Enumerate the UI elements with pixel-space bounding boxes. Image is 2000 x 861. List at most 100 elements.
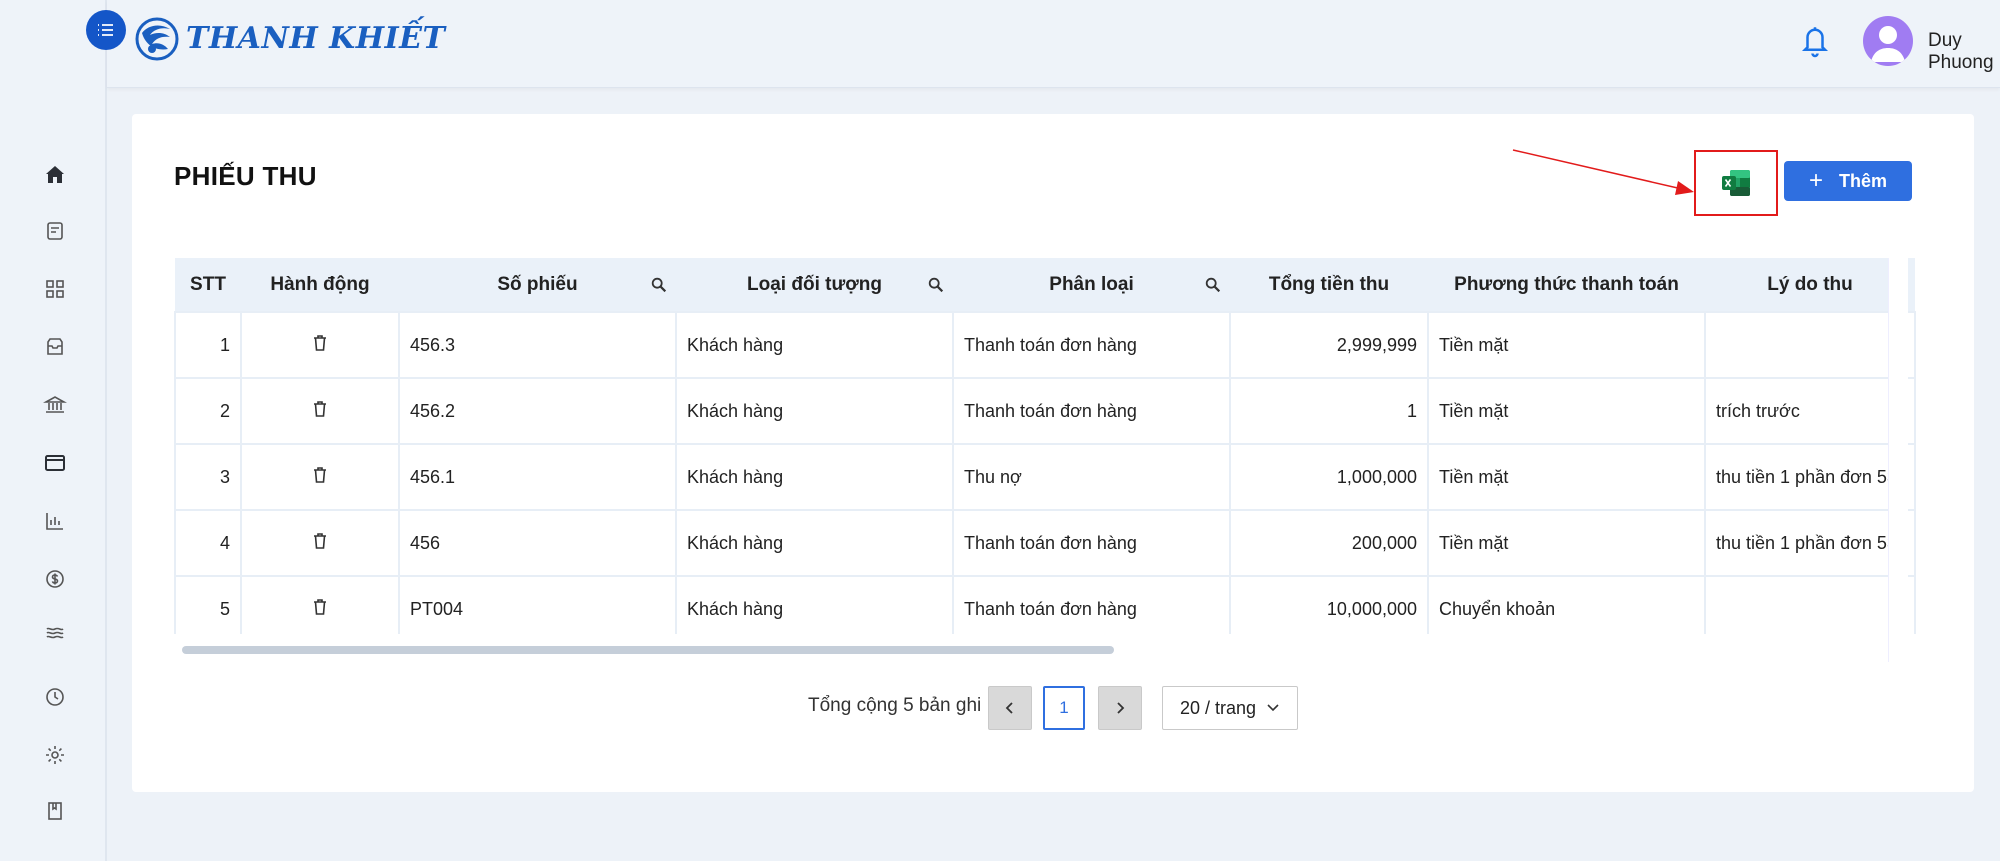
table-row[interactable]: 2 456.2 Khách hàng Thanh toán đơn hàng 1 Tiền… (174, 377, 1916, 445)
cell-object-type: Khách hàng (675, 377, 954, 445)
bank-icon[interactable] (40, 390, 70, 420)
column-header-total: Tổng tiền thu (1230, 258, 1428, 313)
content-card: PHIẾU THU + Thêm STT Hành động Số phiếu … (132, 114, 1974, 792)
cell-object-type: Khách hàng (675, 443, 954, 511)
cell-payment-method: Tiền mặt (1427, 509, 1706, 577)
horizontal-scrollbar[interactable] (174, 644, 1930, 654)
cell-receipt-no: 456.1 (398, 443, 677, 511)
inbox-icon[interactable] (40, 332, 70, 362)
bell-icon[interactable] (1800, 22, 1830, 65)
cell-object-type: Khách hàng (675, 311, 954, 379)
prev-page-button[interactable] (988, 686, 1032, 730)
add-button-label: Thêm (1839, 170, 1888, 191)
chevron-right-icon (1117, 702, 1125, 714)
page-1-button[interactable]: 1 (1043, 686, 1085, 730)
cell-total: 2,999,999 (1229, 311, 1429, 379)
book-icon[interactable] (40, 796, 70, 826)
receipt-icon[interactable] (40, 216, 70, 246)
add-button[interactable]: + Thêm (1784, 161, 1912, 201)
history-icon[interactable] (40, 682, 70, 712)
cell-receipt-no: PT004 (398, 575, 677, 634)
table-row[interactable]: 3 456.1 Khách hàng Thu nợ 1,000,000 Tiền mặt t… (174, 443, 1916, 511)
avatar[interactable] (1863, 16, 1913, 66)
home-icon[interactable] (40, 160, 70, 190)
layers-icon[interactable] (40, 618, 70, 648)
cell-stt: 3 (174, 443, 242, 511)
column-header-stt: STT (175, 258, 241, 313)
table-row[interactable]: 1 456.3 Khách hàng Thanh toán đơn hàng 2,999… (174, 311, 1916, 379)
vertical-scrollbar[interactable] (1888, 258, 1908, 662)
trash-icon[interactable] (312, 532, 328, 550)
cell-action (240, 575, 400, 634)
cell-payment-method: Chuyển khoản (1427, 575, 1706, 634)
column-header-category[interactable]: Phân loại (953, 258, 1230, 313)
cell-receipt-no: 456.2 (398, 377, 677, 445)
cell-action (240, 311, 400, 379)
cell-total: 1,000,000 (1229, 443, 1429, 511)
grid-icon[interactable] (40, 274, 70, 304)
cell-action (240, 377, 400, 445)
cell-category: Thu nợ (952, 443, 1231, 511)
brand-name: THANH KHIẾT (186, 20, 446, 56)
excel-icon (1722, 170, 1750, 196)
column-header-action: Hành động (241, 258, 399, 313)
bar-chart-icon[interactable] (40, 506, 70, 536)
horizontal-scrollbar-thumb[interactable] (182, 646, 1114, 654)
trash-icon[interactable] (312, 400, 328, 418)
chevron-left-icon (1005, 702, 1013, 714)
column-header-label: Số phiếu (497, 273, 578, 295)
cell-object-type: Khách hàng (675, 509, 954, 577)
column-header-payment-method: Phương thức thanh toán (1428, 258, 1705, 313)
page-title: PHIẾU THU (174, 161, 317, 191)
cell-payment-method: Tiền mặt (1427, 443, 1706, 511)
sidebar (0, 0, 107, 861)
column-header-receipt-no[interactable]: Số phiếu (399, 258, 676, 313)
cell-reason: trích trước (1704, 377, 1916, 445)
search-icon[interactable] (1204, 276, 1222, 294)
username[interactable]: Duy Phuong (1928, 30, 2000, 74)
settings-icon[interactable] (40, 740, 70, 770)
chevron-down-icon (1267, 704, 1279, 712)
column-header-object-type[interactable]: Loại đối tượng (676, 258, 953, 313)
cell-object-type: Khách hàng (675, 575, 954, 634)
search-icon[interactable] (650, 276, 668, 294)
cell-reason (1704, 311, 1916, 379)
table-row[interactable]: 4 456 Khách hàng Thanh toán đơn hàng 200,000… (174, 509, 1916, 577)
column-header-label: Phân loại (1049, 273, 1134, 295)
cell-payment-method: Tiền mặt (1427, 311, 1706, 379)
cell-total: 1 (1229, 377, 1429, 445)
column-header-label: Loại đối tượng (747, 273, 882, 295)
cell-reason (1704, 575, 1916, 634)
cell-stt: 1 (174, 311, 242, 379)
column-header-reason: Lý do thu (1705, 258, 1915, 313)
cell-category: Thanh toán đơn hàng (952, 509, 1231, 577)
cell-reason: thu tiền 1 phần đơn 53 (1704, 443, 1916, 511)
cell-category: Thanh toán đơn hàng (952, 575, 1231, 634)
cell-reason: thu tiền 1 phần đơn 53 (1704, 509, 1916, 577)
logo-mark-icon (135, 17, 179, 61)
cell-payment-method: Tiền mặt (1427, 377, 1706, 445)
pagination: Tổng cộng 5 bản ghi 1 20 / trang (132, 684, 1974, 730)
trash-icon[interactable] (312, 334, 328, 352)
next-page-button[interactable] (1098, 686, 1142, 730)
cell-stt: 2 (174, 377, 242, 445)
trash-icon[interactable] (312, 598, 328, 616)
table-header-row: STT Hành động Số phiếu Loại đối tượng Ph… (175, 258, 1915, 313)
cell-receipt-no: 456 (398, 509, 677, 577)
cell-stt: 4 (174, 509, 242, 577)
cell-category: Thanh toán đơn hàng (952, 311, 1231, 379)
export-excel-button[interactable] (1694, 150, 1778, 216)
receipts-table: STT Hành động Số phiếu Loại đối tượng Ph… (174, 258, 1930, 634)
page-size-value: 20 / trang (1179, 697, 1257, 718)
search-icon[interactable] (927, 276, 945, 294)
table-row[interactable]: 5 PT004 Khách hàng Thanh toán đơn hàng 10,00… (174, 575, 1916, 634)
menu-toggle-button[interactable] (86, 10, 126, 50)
cell-total: 10,000,000 (1229, 575, 1429, 634)
dollar-icon[interactable] (40, 564, 70, 594)
cell-total: 200,000 (1229, 509, 1429, 577)
trash-icon[interactable] (312, 466, 328, 484)
brand-logo[interactable]: THANH KHIẾT (134, 10, 445, 66)
wallet-icon[interactable] (40, 448, 70, 478)
page-size-select[interactable]: 20 / trang (1162, 686, 1298, 730)
cell-action (240, 443, 400, 511)
